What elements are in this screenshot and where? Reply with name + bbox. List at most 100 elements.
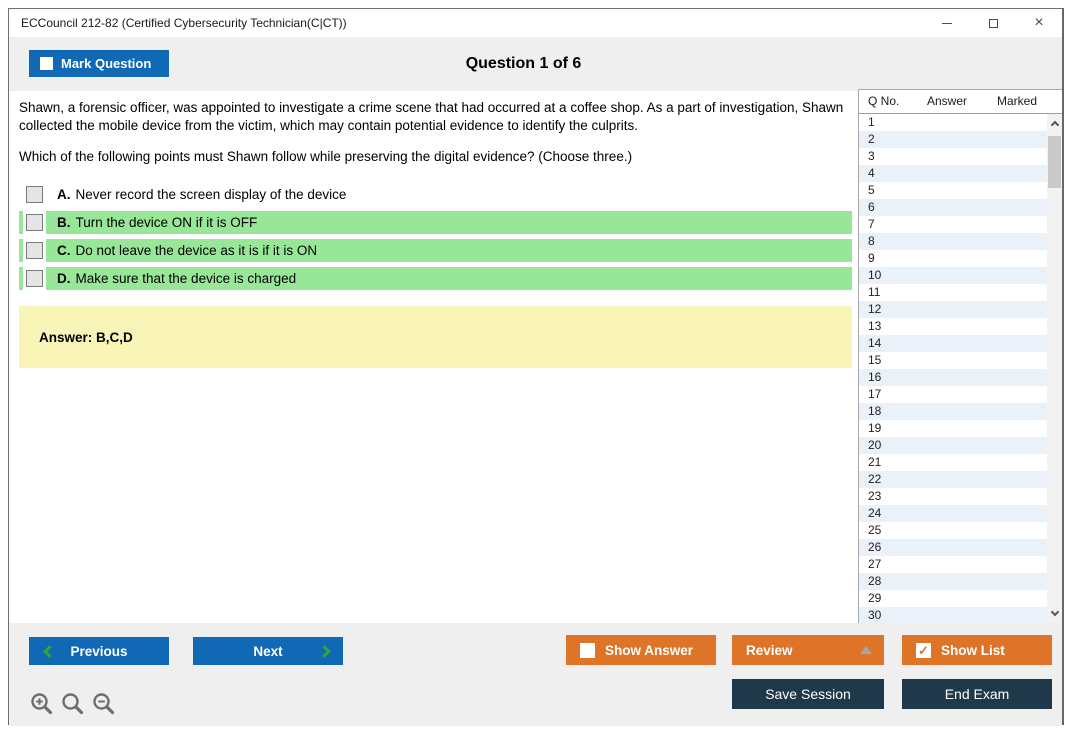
question-list-row[interactable]: 15 bbox=[859, 352, 1047, 369]
option-checkbox[interactable] bbox=[26, 242, 43, 259]
previous-button[interactable]: Previous bbox=[29, 637, 169, 665]
mark-question-checkbox bbox=[40, 57, 53, 70]
column-header-answer: Answer bbox=[927, 90, 967, 113]
question-list-row[interactable]: 23 bbox=[859, 488, 1047, 505]
show-answer-button[interactable]: Show Answer bbox=[566, 635, 716, 665]
question-list-row[interactable]: 14 bbox=[859, 335, 1047, 352]
option-text: Do not leave the device as it is if it i… bbox=[76, 243, 318, 258]
scrollbar-thumb[interactable] bbox=[1048, 136, 1061, 188]
save-session-button[interactable]: Save Session bbox=[732, 679, 884, 709]
mark-question-label: Mark Question bbox=[61, 56, 151, 71]
window-titlebar: ECCouncil 212-82 (Certified Cybersecurit… bbox=[9, 9, 1062, 37]
option-checkbox[interactable] bbox=[26, 270, 43, 287]
minimize-icon bbox=[942, 23, 952, 24]
question-list-row[interactable]: 24 bbox=[859, 505, 1047, 522]
question-list-row[interactable]: 20 bbox=[859, 437, 1047, 454]
zoom-reset-icon[interactable] bbox=[60, 691, 86, 717]
answer-text: Answer: B,C,D bbox=[39, 330, 133, 345]
close-icon: × bbox=[1034, 15, 1043, 31]
option-text: Never record the screen display of the d… bbox=[76, 187, 347, 202]
option-letter: C. bbox=[57, 243, 71, 258]
question-list-row[interactable]: 25 bbox=[859, 522, 1047, 539]
top-bar: Question 1 of 6 Mark Question bbox=[9, 37, 1062, 91]
answer-option[interactable]: A. Never record the screen display of th… bbox=[19, 183, 852, 206]
question-list-row[interactable]: 28 bbox=[859, 573, 1047, 590]
question-list-row[interactable]: 29 bbox=[859, 590, 1047, 607]
review-button[interactable]: Review bbox=[732, 635, 884, 665]
question-list-row[interactable]: 7 bbox=[859, 216, 1047, 233]
chevron-down-icon bbox=[1050, 608, 1058, 616]
question-list-row[interactable]: 19 bbox=[859, 420, 1047, 437]
option-letter: D. bbox=[57, 271, 71, 286]
zoom-toolbar bbox=[29, 691, 117, 717]
question-list-header: Q No. Answer Marked bbox=[859, 90, 1062, 114]
footer-bar: Previous Next Show Answer Review ✓ Show … bbox=[9, 623, 1062, 726]
answer-option[interactable]: C. Do not leave the device as it is if i… bbox=[19, 239, 852, 262]
review-label: Review bbox=[746, 643, 793, 658]
window-title: ECCouncil 212-82 (Certified Cybersecurit… bbox=[21, 9, 347, 37]
question-list-row[interactable]: 22 bbox=[859, 471, 1047, 488]
question-list-row[interactable]: 12 bbox=[859, 301, 1047, 318]
show-list-checkbox: ✓ bbox=[916, 643, 931, 658]
next-label: Next bbox=[253, 644, 282, 659]
option-checkbox[interactable] bbox=[26, 214, 43, 231]
mark-question-button[interactable]: Mark Question bbox=[29, 50, 169, 77]
previous-label: Previous bbox=[70, 644, 127, 659]
option-letter: A. bbox=[57, 187, 71, 202]
question-list-row[interactable]: 27 bbox=[859, 556, 1047, 573]
check-icon: ✓ bbox=[918, 644, 929, 657]
zoom-in-icon[interactable] bbox=[29, 691, 55, 717]
question-panel: Shawn, a forensic officer, was appointed… bbox=[9, 91, 858, 623]
window-controls: × bbox=[924, 9, 1062, 37]
question-list-row[interactable]: 1 bbox=[859, 114, 1047, 131]
option-text: Turn the device ON if it is OFF bbox=[76, 215, 258, 230]
question-list-row[interactable]: 18 bbox=[859, 403, 1047, 420]
scroll-down-button[interactable] bbox=[1047, 606, 1062, 621]
save-session-label: Save Session bbox=[765, 686, 851, 702]
question-list-row[interactable]: 10 bbox=[859, 267, 1047, 284]
question-list-row[interactable]: 6 bbox=[859, 199, 1047, 216]
chevron-left-icon bbox=[43, 645, 56, 658]
show-list-label: Show List bbox=[941, 643, 1005, 658]
question-list-panel: Q No. Answer Marked 1 2 3 4 5 6 7 8 9 10… bbox=[858, 89, 1062, 623]
question-list-row[interactable]: 8 bbox=[859, 233, 1047, 250]
end-exam-button[interactable]: End Exam bbox=[902, 679, 1052, 709]
question-list-row[interactable]: 5 bbox=[859, 182, 1047, 199]
zoom-out-icon[interactable] bbox=[91, 691, 117, 717]
maximize-button[interactable] bbox=[970, 9, 1016, 37]
answer-box: Answer: B,C,D bbox=[19, 306, 852, 368]
question-list-row[interactable]: 21 bbox=[859, 454, 1047, 471]
column-header-marked: Marked bbox=[997, 90, 1037, 113]
question-list-row[interactable]: 3 bbox=[859, 148, 1047, 165]
question-list-row[interactable]: 13 bbox=[859, 318, 1047, 335]
options-list: A. Never record the screen display of th… bbox=[19, 183, 852, 290]
question-list-scrollbar[interactable] bbox=[1047, 114, 1062, 623]
option-checkbox[interactable] bbox=[26, 186, 43, 203]
answer-option[interactable]: D. Make sure that the device is charged bbox=[19, 267, 852, 290]
question-list-row[interactable]: 4 bbox=[859, 165, 1047, 182]
question-list-row[interactable]: 17 bbox=[859, 386, 1047, 403]
next-button[interactable]: Next bbox=[193, 637, 343, 665]
close-button[interactable]: × bbox=[1016, 9, 1062, 37]
question-list-row[interactable]: 9 bbox=[859, 250, 1047, 267]
question-paragraph-1: Shawn, a forensic officer, was appointed… bbox=[19, 99, 852, 135]
answer-option[interactable]: B. Turn the device ON if it is OFF bbox=[19, 211, 852, 234]
triangle-up-icon bbox=[860, 646, 872, 654]
end-exam-label: End Exam bbox=[945, 686, 1010, 702]
question-paragraph-2: Which of the following points must Shawn… bbox=[19, 148, 852, 166]
question-list-row[interactable]: 30 bbox=[859, 607, 1047, 623]
question-list-row[interactable]: 2 bbox=[859, 131, 1047, 148]
show-list-button[interactable]: ✓ Show List bbox=[902, 635, 1052, 665]
option-letter: B. bbox=[57, 215, 71, 230]
question-list-row[interactable]: 16 bbox=[859, 369, 1047, 386]
question-list-rows: 1 2 3 4 5 6 7 8 9 10 11 12 13 14 15 16 1… bbox=[859, 114, 1047, 623]
minimize-button[interactable] bbox=[924, 9, 970, 37]
exam-window: ECCouncil 212-82 (Certified Cybersecurit… bbox=[8, 8, 1064, 725]
question-list-row[interactable]: 26 bbox=[859, 539, 1047, 556]
maximize-icon bbox=[989, 19, 998, 28]
question-list-row[interactable]: 11 bbox=[859, 284, 1047, 301]
scroll-up-button[interactable] bbox=[1047, 116, 1062, 131]
column-header-qno: Q No. bbox=[868, 90, 899, 113]
chevron-up-icon bbox=[1050, 121, 1058, 129]
show-answer-checkbox bbox=[580, 643, 595, 658]
